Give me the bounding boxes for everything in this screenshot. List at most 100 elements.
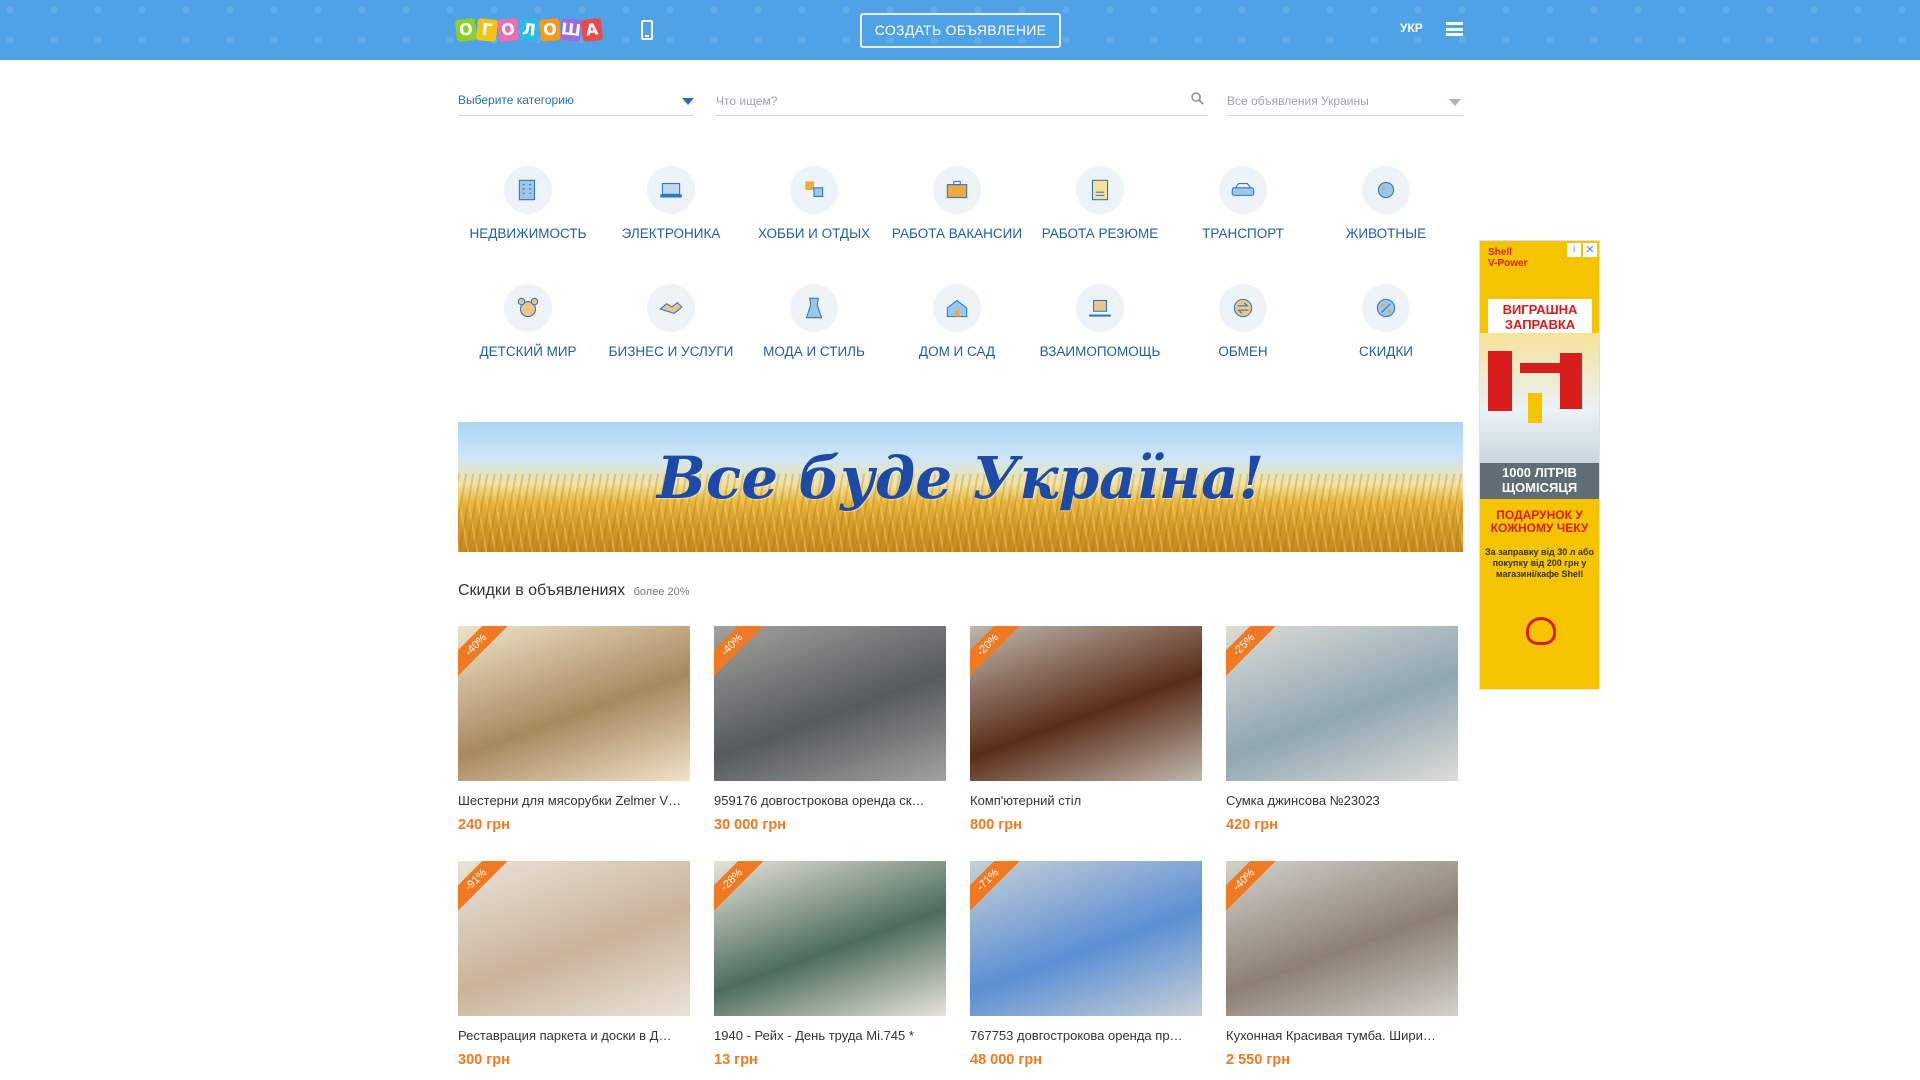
listing-price: 30 000 грн: [714, 817, 787, 833]
category-select-label: Выберите категорию: [458, 93, 574, 107]
house-garden-icon: [946, 299, 968, 318]
listing-price: 13 грн: [714, 1052, 758, 1068]
listing-title[interactable]: Шестерни для мясорубки Zelmer V…: [458, 793, 690, 808]
listing-photo[interactable]: -91%: [458, 861, 690, 1016]
category-label: ЭЛЕКТРОНИКА: [621, 226, 721, 241]
percent-icon: [1376, 298, 1396, 318]
category-puzzle[interactable]: ХОББИ И ОТДЫХ: [744, 166, 884, 241]
listing-price: 300 грн: [458, 1052, 510, 1068]
category-briefcase[interactable]: РАБОТА ВАКАНСИИ: [887, 166, 1027, 241]
category-percent[interactable]: СКИДКИ: [1316, 284, 1456, 359]
ad-brand-line2: V-Power: [1488, 258, 1528, 269]
listing-card[interactable]: -71% 767753 довгострокова оренда пр… 48 00…: [970, 861, 1202, 1068]
category-label: РАБОТА ВАКАНСИИ: [891, 226, 1023, 241]
category-label: ДЕТСКИЙ МИР: [479, 344, 577, 359]
discount-badge: -40%: [1226, 861, 1279, 915]
listing-price: 240 грн: [458, 817, 510, 833]
dress-icon: [805, 297, 823, 319]
ad-close-icon[interactable]: ✕: [1583, 243, 1597, 257]
listing-photo[interactable]: -71%: [970, 861, 1202, 1016]
site-logo[interactable]: ОГОЛОША: [454, 10, 604, 50]
category-car[interactable]: ТРАНСПОРТ: [1173, 166, 1313, 241]
logo-letter: Ш: [559, 18, 583, 42]
listing-price: 420 грн: [1226, 817, 1278, 833]
search-placeholder: Что ищем?: [716, 94, 778, 108]
category-gift-hand[interactable]: ВЗАИМОПОМОЩЬ: [1030, 284, 1170, 359]
category-label: ВЗАИМОПОМОЩЬ: [1039, 344, 1161, 359]
listing-card[interactable]: -40% Шестерни для мясорубки Zelmer V… 240 …: [458, 626, 690, 833]
listing-title[interactable]: Кухонная Красивая тумба. Шири…: [1226, 1028, 1458, 1043]
category-label: ОБМЕН: [1218, 344, 1268, 359]
listing-photo[interactable]: -40%: [714, 626, 946, 781]
create-ad-button[interactable]: СОЗДАТЬ ОБЪЯВЛЕНИЕ: [860, 13, 1061, 48]
ad-top: Shell V-Power i ✕ ВИГРАШНА ЗАПРАВКА: [1480, 241, 1599, 463]
listing-photo[interactable]: -40%: [1226, 861, 1458, 1016]
ad-gift-text: За заправку від 30 л або покупку від 200…: [1484, 547, 1595, 579]
logo-letter: О: [496, 18, 520, 42]
ad-headline: ВИГРАШНА ЗАПРАВКА: [1488, 299, 1592, 335]
search-icon[interactable]: [1191, 92, 1204, 105]
category-icon-circle: [647, 166, 695, 214]
category-icon-circle: [1219, 284, 1267, 332]
listing-card[interactable]: -20% Комп'ютерний стіл 800 грн: [970, 626, 1202, 833]
listing-title[interactable]: Сумка джинсова №23023: [1226, 793, 1458, 808]
category-label: ДОМ И САД: [918, 344, 996, 359]
category-pets[interactable]: ЖИВОТНЫЕ: [1316, 166, 1456, 241]
category-label: ТРАНСПОРТ: [1202, 226, 1284, 241]
listing-title[interactable]: 767753 довгострокова оренда пр…: [970, 1028, 1202, 1043]
category-exchange[interactable]: ОБМЕН: [1173, 284, 1313, 359]
listing-price: 2 550 грн: [1226, 1052, 1290, 1068]
category-dress[interactable]: МОДА И СТИЛЬ: [744, 284, 884, 359]
listing-photo[interactable]: -25%: [1226, 626, 1458, 781]
gas-station-image: [1480, 333, 1599, 463]
language-switch[interactable]: УКР: [1400, 21, 1423, 35]
category-label: БИЗНЕС И УСЛУГИ: [608, 344, 734, 359]
region-select[interactable]: Все объявления Украины: [1227, 88, 1463, 116]
logo-letter: А: [580, 18, 604, 42]
listing-title[interactable]: Комп'ютерний стіл: [970, 793, 1202, 808]
category-label: ХОББИ И ОТДЫХ: [757, 226, 871, 241]
category-icon-circle: [1362, 284, 1410, 332]
chevron-down-icon: [1449, 99, 1461, 106]
category-label: НЕДВИЖИМОСТЬ: [469, 226, 587, 241]
category-building[interactable]: НЕДВИЖИМОСТЬ: [458, 166, 598, 241]
category-icon-circle: [504, 166, 552, 214]
ad-gift-title: ПОДАРУНОК У КОЖНОМУ ЧЕКУ: [1490, 508, 1589, 535]
category-resume[interactable]: РАБОТА РЕЗЮМЕ: [1030, 166, 1170, 241]
listing-card[interactable]: -25% Сумка джинсова №23023 420 грн: [1226, 626, 1458, 833]
category-handshake[interactable]: БИЗНЕС И УСЛУГИ: [601, 284, 741, 359]
listing-card[interactable]: -40% Кухонная Красивая тумба. Шири… 2 550 …: [1226, 861, 1458, 1068]
discount-badge: -25%: [1226, 626, 1279, 680]
category-icon-circle: [504, 284, 552, 332]
category-select[interactable]: Выберите категорию: [458, 88, 694, 116]
category-icon-circle: [647, 284, 695, 332]
ad-brand-line1: Shell: [1488, 247, 1512, 258]
listing-title[interactable]: Реставрация паркета и доски в Д…: [458, 1028, 690, 1043]
listing-title[interactable]: 1940 - Рейх - День труда Mi.745 *: [714, 1028, 946, 1043]
promo-banner[interactable]: Все буде Україна!: [458, 422, 1463, 552]
category-label: ЖИВОТНЫЕ: [1345, 226, 1427, 241]
listing-card[interactable]: -40% 959176 довгострокова оренда ск… 30 00…: [714, 626, 946, 833]
listing-photo[interactable]: -40%: [458, 626, 690, 781]
search-input[interactable]: Что ищем?: [716, 88, 1208, 116]
discounts-subtitle: более 20%: [633, 586, 690, 598]
listing-card[interactable]: -28% 1940 - Рейх - День труда Mi.745 * 13 …: [714, 861, 946, 1068]
listing-title[interactable]: 959176 довгострокова оренда ск…: [714, 793, 946, 808]
category-icon-circle: [933, 166, 981, 214]
menu-icon[interactable]: [1446, 22, 1463, 36]
advertisement[interactable]: Shell V-Power i ✕ ВИГРАШНА ЗАПРАВКА 1000…: [1479, 240, 1600, 690]
category-teddy-bear[interactable]: ДЕТСКИЙ МИР: [458, 284, 598, 359]
teddy-bear-icon: [517, 297, 539, 318]
listing-photo[interactable]: -28%: [714, 861, 946, 1016]
mobile-phone-icon[interactable]: [641, 20, 653, 40]
category-icon-circle: [790, 284, 838, 332]
ad-gift: ПОДАРУНОК У КОЖНОМУ ЧЕКУ За заправку від…: [1480, 499, 1599, 689]
category-house-garden[interactable]: ДОМ И САД: [887, 284, 1027, 359]
category-laptop[interactable]: ЭЛЕКТРОНИКА: [601, 166, 741, 241]
top-header: ОГОЛОША СОЗДАТЬ ОБЪЯВЛЕНИЕ УКР: [0, 0, 1920, 60]
ad-info-icon[interactable]: i: [1567, 243, 1581, 257]
listing-photo[interactable]: -20%: [970, 626, 1202, 781]
region-select-label: Все объявления Украины: [1227, 94, 1369, 108]
listing-card[interactable]: -91% Реставрация паркета и доски в Д… 300 …: [458, 861, 690, 1068]
handshake-icon: [659, 301, 683, 314]
